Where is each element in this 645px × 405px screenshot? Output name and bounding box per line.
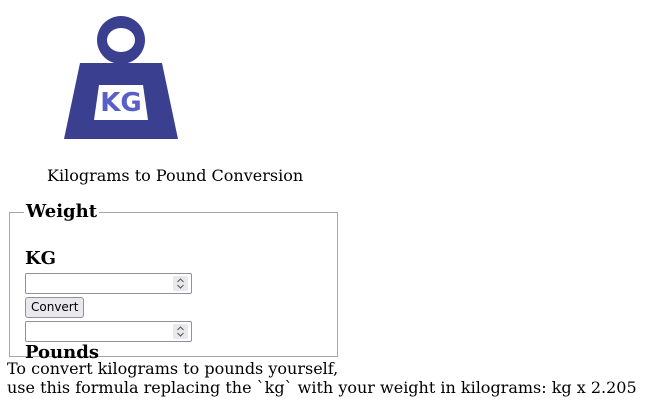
weight-fieldset: Weight KG Convert Pounds [9,201,338,363]
kg-label: KG [25,248,57,269]
spinner-arrows-icon [177,278,184,289]
page-subtitle: Kilograms to Pound Conversion [47,166,304,185]
formula-note: To convert kilograms to pounds yourself,… [7,359,637,397]
formula-note-line2: use this formula replacing the `kg` with… [7,378,637,397]
page: KG Kilograms to Pound Conversion Weight … [0,0,645,405]
weight-legend: Weight [26,201,98,222]
kg-spinner[interactable] [173,276,188,291]
kg-weight-icon: KG [64,16,178,139]
formula-note-line1: To convert kilograms to pounds yourself, [7,359,339,378]
spinner-arrows-icon [177,326,184,337]
kg-input[interactable] [25,273,192,294]
pounds-spinner[interactable] [173,324,188,339]
logo-text: KG [100,88,142,118]
pounds-input[interactable] [25,321,192,342]
convert-button[interactable]: Convert [25,297,85,318]
